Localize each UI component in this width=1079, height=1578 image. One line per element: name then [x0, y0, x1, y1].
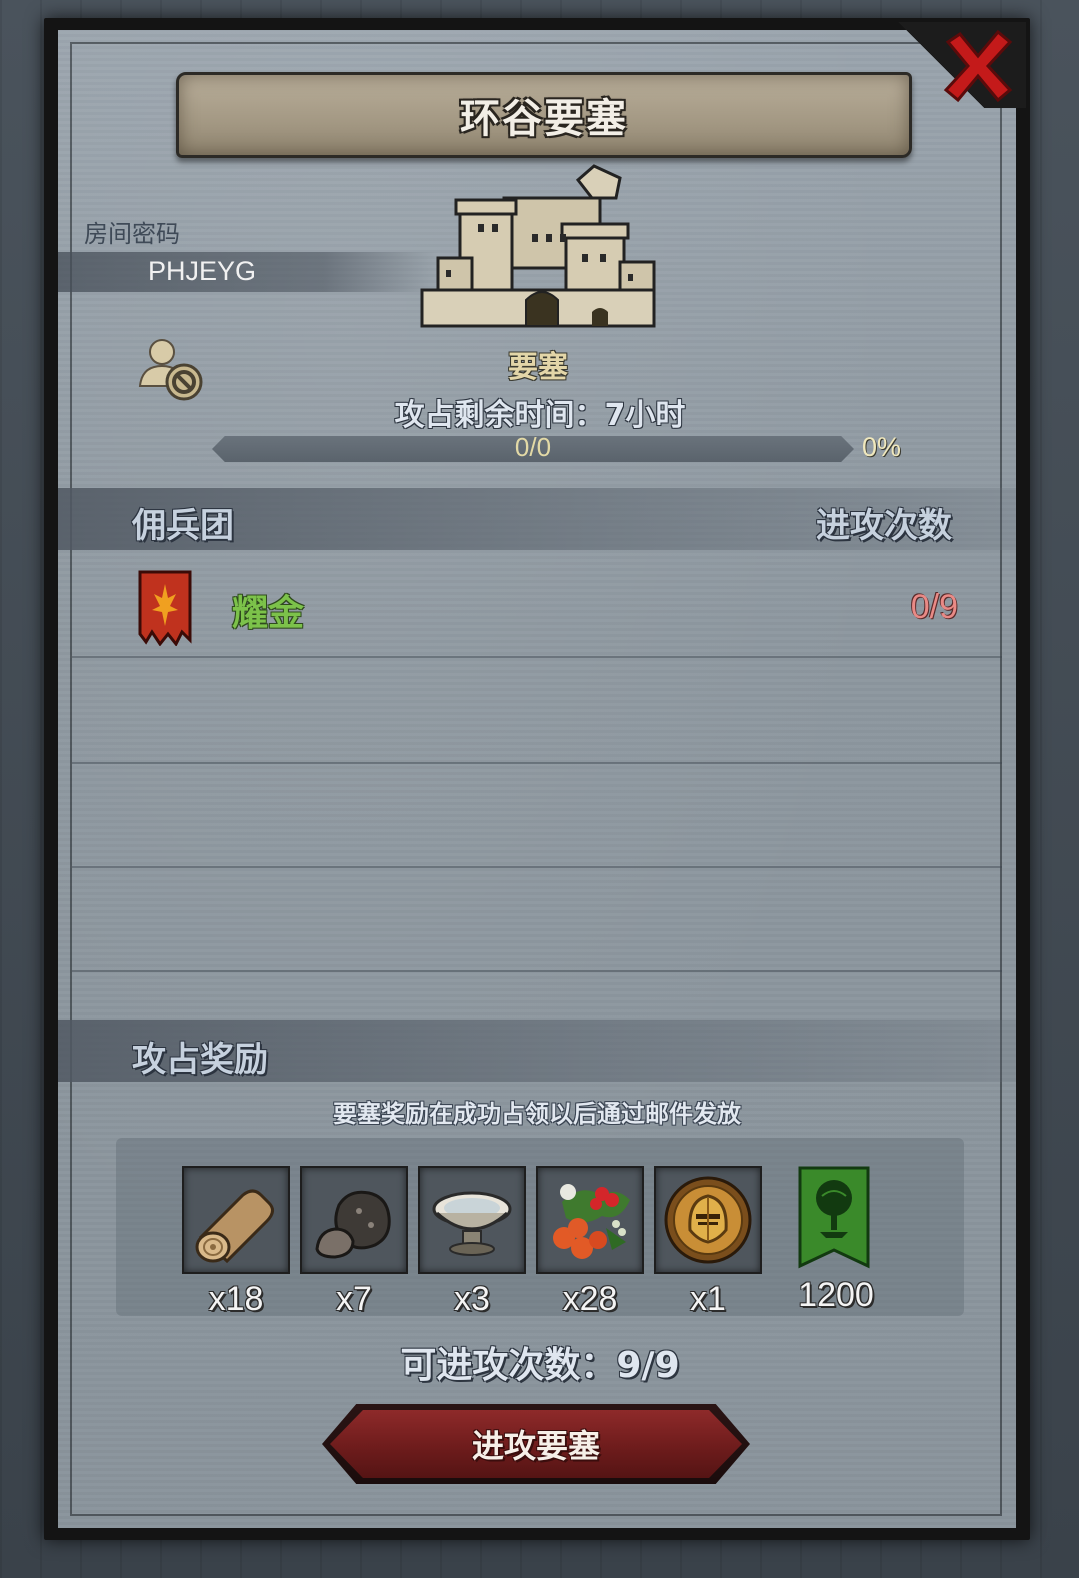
reward-quantity: x18 — [208, 1280, 264, 1318]
mercenary-section-title: 佣兵团 — [132, 506, 234, 546]
green-tree-banner-icon — [798, 1166, 870, 1269]
reward-item[interactable]: 1200 — [782, 1166, 890, 1315]
mercenary-row[interactable]: 耀金 0/9 — [72, 552, 1002, 658]
reward-note: 要塞奖励在成功占领以后通过邮件发放 — [333, 1100, 741, 1128]
fortress-type-label: 要塞 — [508, 350, 568, 385]
capture-remaining-time: 攻占剩余时间：7小时 — [394, 398, 686, 433]
capture-progress-text: 0/0 — [514, 432, 552, 462]
row-divider — [72, 762, 1002, 764]
close-icon — [943, 29, 1013, 103]
mercenary-name: 耀金 — [232, 593, 305, 634]
dialog-title: 环谷要塞 — [460, 96, 628, 142]
row-divider — [72, 866, 1002, 868]
reward-item[interactable]: x7 — [300, 1166, 408, 1319]
ore-icon — [315, 1190, 391, 1259]
reward-item[interactable]: x18 — [182, 1166, 290, 1319]
row-divider — [72, 656, 1002, 658]
reward-item[interactable]: x1 — [654, 1166, 762, 1319]
bowl-icon — [432, 1191, 512, 1256]
room-code: PHJEYG — [148, 256, 257, 286]
berries-icon — [553, 1184, 630, 1259]
reward-quantity: x28 — [562, 1280, 618, 1318]
reward-section-title: 攻占奖励 — [132, 1040, 268, 1080]
room-password-label: 房间密码 — [84, 220, 180, 248]
title-plate: 环谷要塞 — [176, 72, 912, 158]
reward-quantity: 1200 — [798, 1276, 874, 1314]
reward-item[interactable]: x28 — [536, 1166, 644, 1319]
fortress-icon — [420, 164, 656, 328]
log-icon — [195, 1189, 274, 1264]
attacks-column-header: 进攻次数 — [816, 506, 952, 546]
private-room-icon[interactable] — [136, 336, 208, 406]
reward-quantity: x7 — [336, 1280, 372, 1318]
reward-quantity: x1 — [690, 1280, 726, 1318]
mercenary-attack-count: 0/9 — [910, 588, 958, 626]
mercenary-banner-icon — [138, 570, 192, 646]
attack-fortress-label: 进攻要塞 — [471, 1427, 600, 1465]
row-divider — [72, 970, 1002, 972]
reward-item[interactable]: x3 — [418, 1166, 526, 1319]
attack-fortress-button[interactable]: 进攻要塞 — [322, 1404, 750, 1484]
capture-progress-percent: 0% — [862, 432, 902, 462]
reward-quantity: x3 — [454, 1280, 490, 1318]
available-attacks: 可进攻次数：9/9 — [400, 1345, 680, 1386]
knight-helmet-coin-icon — [664, 1176, 752, 1264]
